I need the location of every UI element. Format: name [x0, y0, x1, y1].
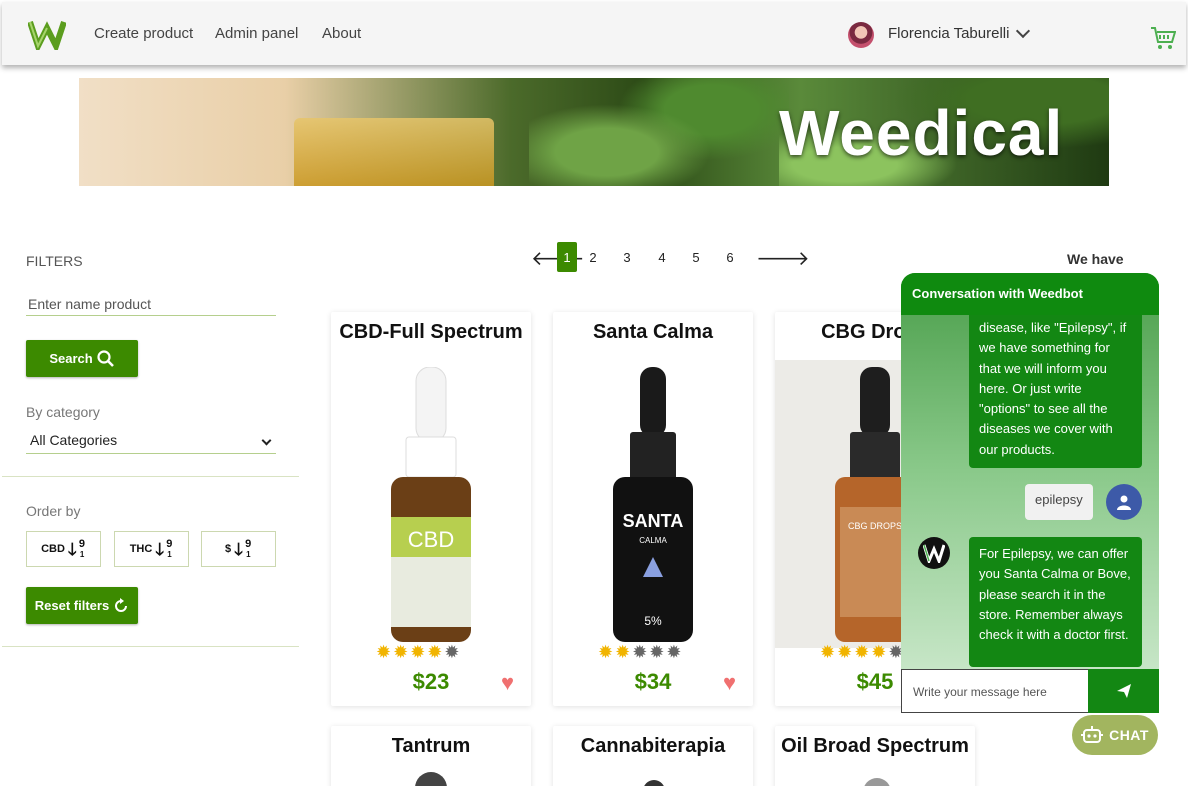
user-message: epilepsy [1025, 484, 1093, 520]
user-avatar-icon [1106, 484, 1142, 520]
product-name: Oil Broad Spectrum [781, 735, 969, 757]
order-price-label: $ [224, 543, 232, 555]
svg-text:SANTA: SANTA [623, 511, 684, 531]
sort-desc-icon: 🡓 9 1 [155, 538, 173, 559]
nav-about[interactable]: About [322, 25, 361, 42]
brand-name: Weedical [779, 97, 1064, 169]
weedbot-avatar-icon [918, 537, 950, 569]
rating-stars: ✹ ✹ ✹ ✹ ✹ [820, 642, 904, 662]
page-6[interactable]: 6 [720, 242, 740, 272]
navbar: Create product Admin panel About Florenc… [2, 2, 1186, 65]
robot-icon [1081, 726, 1104, 743]
product-card[interactable]: Santa Calma SANTA CALMA 5% ✹ ✹ ✹ ✹ ✹ $34 ♥ [553, 312, 753, 706]
send-button[interactable] [1088, 669, 1159, 713]
search-icon [97, 349, 114, 367]
product-card[interactable]: Cannabiterapia [553, 726, 753, 786]
cart-icon[interactable] [1150, 25, 1176, 51]
filters-title: FILTERS [26, 253, 83, 269]
hero-banner: Weedical [79, 78, 1109, 186]
user-name[interactable]: Florencia Taburelli [888, 25, 1009, 42]
sort-desc-icon: 🡓 9 1 [234, 538, 252, 559]
rating-stars: ✹ ✹ ✹ ✹ ✹ [598, 642, 682, 662]
nav-admin-panel[interactable]: Admin panel [215, 25, 298, 42]
order-thc-button[interactable]: THC 🡓 9 1 [114, 531, 189, 567]
rating-stars: ✹ ✹ ✹ ✹ ✹ [376, 642, 460, 662]
category-value: All Categories [30, 432, 118, 448]
category-label: By category [26, 404, 100, 420]
order-label: Order by [26, 503, 81, 519]
page-1[interactable]: 1 [557, 242, 577, 272]
product-image[interactable]: SANTA CALMA 5% [553, 360, 753, 648]
product-image[interactable] [863, 778, 891, 786]
reset-filters-label: Reset filters [34, 598, 110, 613]
refresh-icon [115, 597, 128, 612]
we-have-heading: We have [1067, 251, 1124, 267]
product-card[interactable]: Oil Broad Spectrum [775, 726, 975, 786]
next-page-arrow-icon[interactable]: 🡒 [756, 246, 810, 271]
search-label: Search [49, 351, 93, 366]
svg-text:CBG DROPS: CBG DROPS [848, 521, 902, 531]
chat-button-label: CHAT [1109, 727, 1149, 743]
chevron-down-icon [261, 435, 272, 446]
cannabis-leaf-image [529, 78, 789, 186]
svg-text:CALMA: CALMA [639, 536, 667, 545]
nav-create-product[interactable]: Create product [94, 25, 193, 42]
order-cbd-label: CBD [41, 543, 65, 555]
divider [2, 646, 299, 647]
product-name: CBD-Full Spectrum [339, 321, 523, 343]
weedical-logo[interactable] [28, 16, 66, 50]
product-name: Tantrum [391, 735, 471, 757]
bot-message: For Epilepsy, we can offer you Santa Cal… [969, 537, 1142, 667]
user-avatar[interactable] [848, 22, 874, 48]
search-button[interactable]: Search [26, 340, 138, 377]
oil-bottle-image [294, 118, 494, 186]
chat-title: Conversation with Weedbot [901, 273, 1159, 315]
product-card[interactable]: CBD-Full Spectrum CBD ✹ ✹ ✹ ✹ ✹ $23 ♥ [331, 312, 531, 706]
favorite-heart-icon[interactable]: ♥ [723, 672, 736, 694]
page-3[interactable]: 3 [617, 242, 637, 272]
svg-text:5%: 5% [644, 614, 662, 628]
chat-toggle-button[interactable]: CHAT [1072, 715, 1158, 755]
product-name: Cannabiterapia [580, 735, 726, 757]
product-image[interactable]: CBD [331, 360, 531, 648]
svg-text:CBD: CBD [408, 527, 454, 552]
category-select[interactable]: All Categories [26, 432, 276, 454]
order-cbd-button[interactable]: CBD 🡓 9 1 [26, 531, 101, 567]
product-name: Santa Calma [592, 321, 714, 343]
order-price-button[interactable]: $ 🡓 9 1 [201, 531, 276, 567]
send-icon [1116, 684, 1131, 698]
reset-filters-button[interactable]: Reset filters [26, 587, 138, 624]
chevron-down-icon[interactable] [1015, 23, 1031, 39]
page-2[interactable]: 2 [583, 242, 603, 272]
order-thc-label: THC [129, 543, 153, 555]
chat-message-input[interactable]: Write your message here [901, 669, 1088, 713]
divider [2, 476, 299, 477]
product-image[interactable] [643, 780, 665, 786]
product-card[interactable]: Tantrum [331, 726, 531, 786]
page-4[interactable]: 4 [652, 242, 672, 272]
bot-message: disease, like "Epilepsy", if we have som… [969, 315, 1142, 468]
name-search-input[interactable] [26, 292, 276, 316]
product-image[interactable] [415, 772, 447, 786]
favorite-heart-icon[interactable]: ♥ [501, 672, 514, 694]
sort-desc-icon: 🡓 9 1 [67, 538, 86, 559]
page-5[interactable]: 5 [686, 242, 706, 272]
